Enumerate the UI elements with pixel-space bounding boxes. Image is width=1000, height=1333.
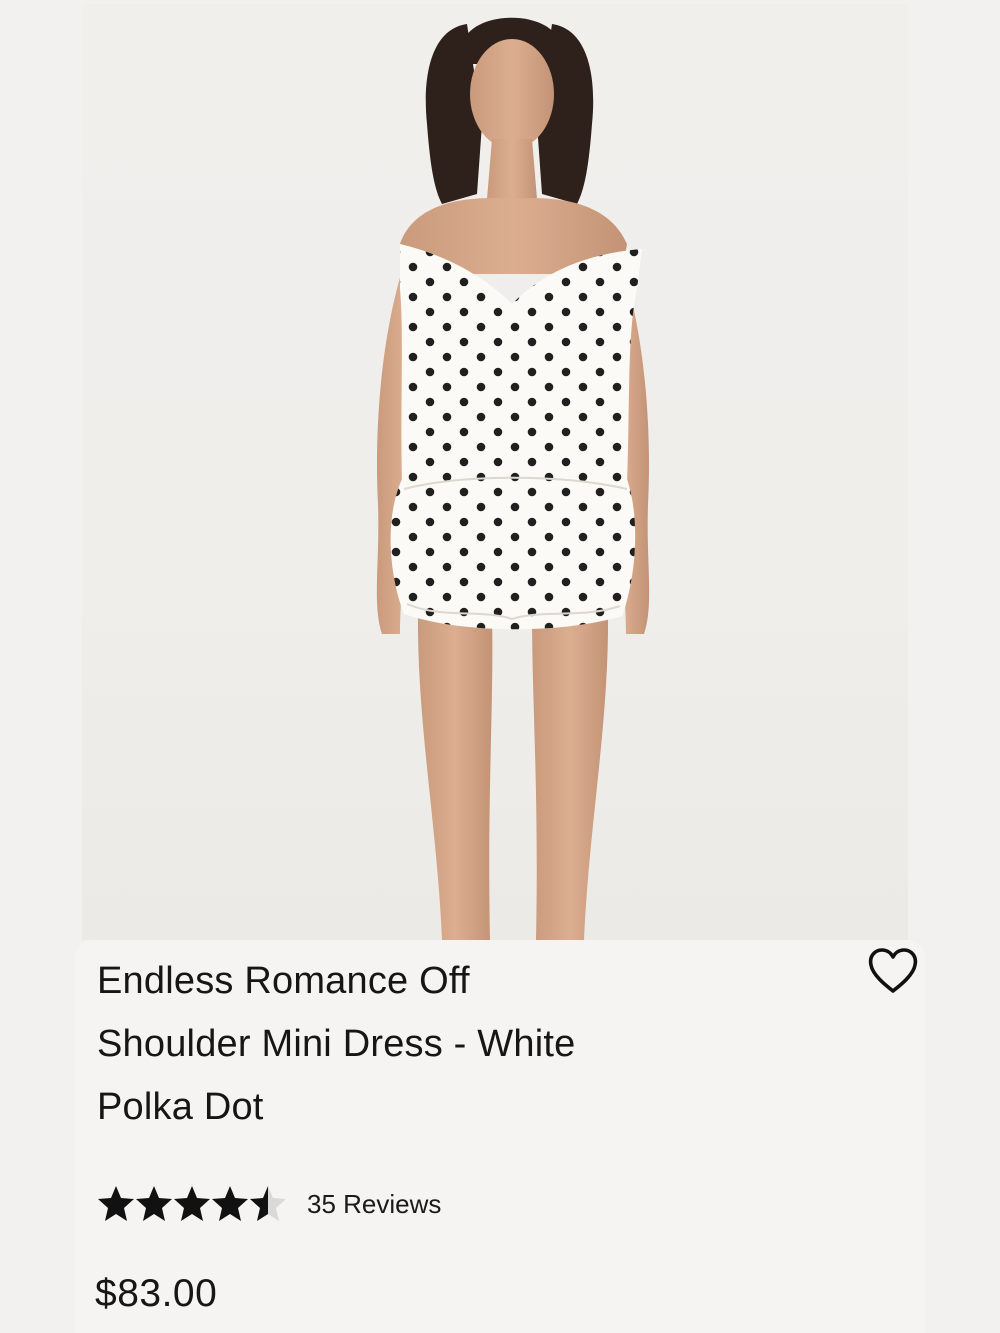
product-title-line: Shoulder Mini Dress - White bbox=[97, 1023, 576, 1065]
product-page: Endless Romance Off Shoulder Mini Dress … bbox=[0, 0, 1000, 1333]
rating-row[interactable]: 35 Reviews bbox=[97, 1184, 441, 1224]
product-title-line: Endless Romance Off bbox=[97, 960, 470, 1002]
product-price: $83.00 bbox=[95, 1272, 218, 1315]
product-info-card: Endless Romance Off Shoulder Mini Dress … bbox=[75, 940, 925, 1333]
star-full-icon bbox=[98, 1186, 134, 1221]
product-image[interactable] bbox=[82, 4, 908, 940]
product-title-line: Polka Dot bbox=[97, 1086, 264, 1128]
star-rating bbox=[97, 1185, 287, 1223]
reviews-count-link[interactable]: 35 Reviews bbox=[307, 1189, 441, 1220]
star-full-icon bbox=[174, 1186, 210, 1221]
wishlist-button[interactable] bbox=[865, 944, 921, 1000]
star-full-icon bbox=[136, 1186, 172, 1221]
star-half-icon bbox=[250, 1186, 286, 1221]
heart-outline-icon bbox=[868, 948, 918, 993]
star-full-icon bbox=[212, 1186, 248, 1221]
model-photo-illustration bbox=[376, 17, 650, 940]
star-rating-icons bbox=[98, 1186, 286, 1221]
product-title[interactable]: Endless Romance Off Shoulder Mini Dress … bbox=[97, 950, 697, 1139]
